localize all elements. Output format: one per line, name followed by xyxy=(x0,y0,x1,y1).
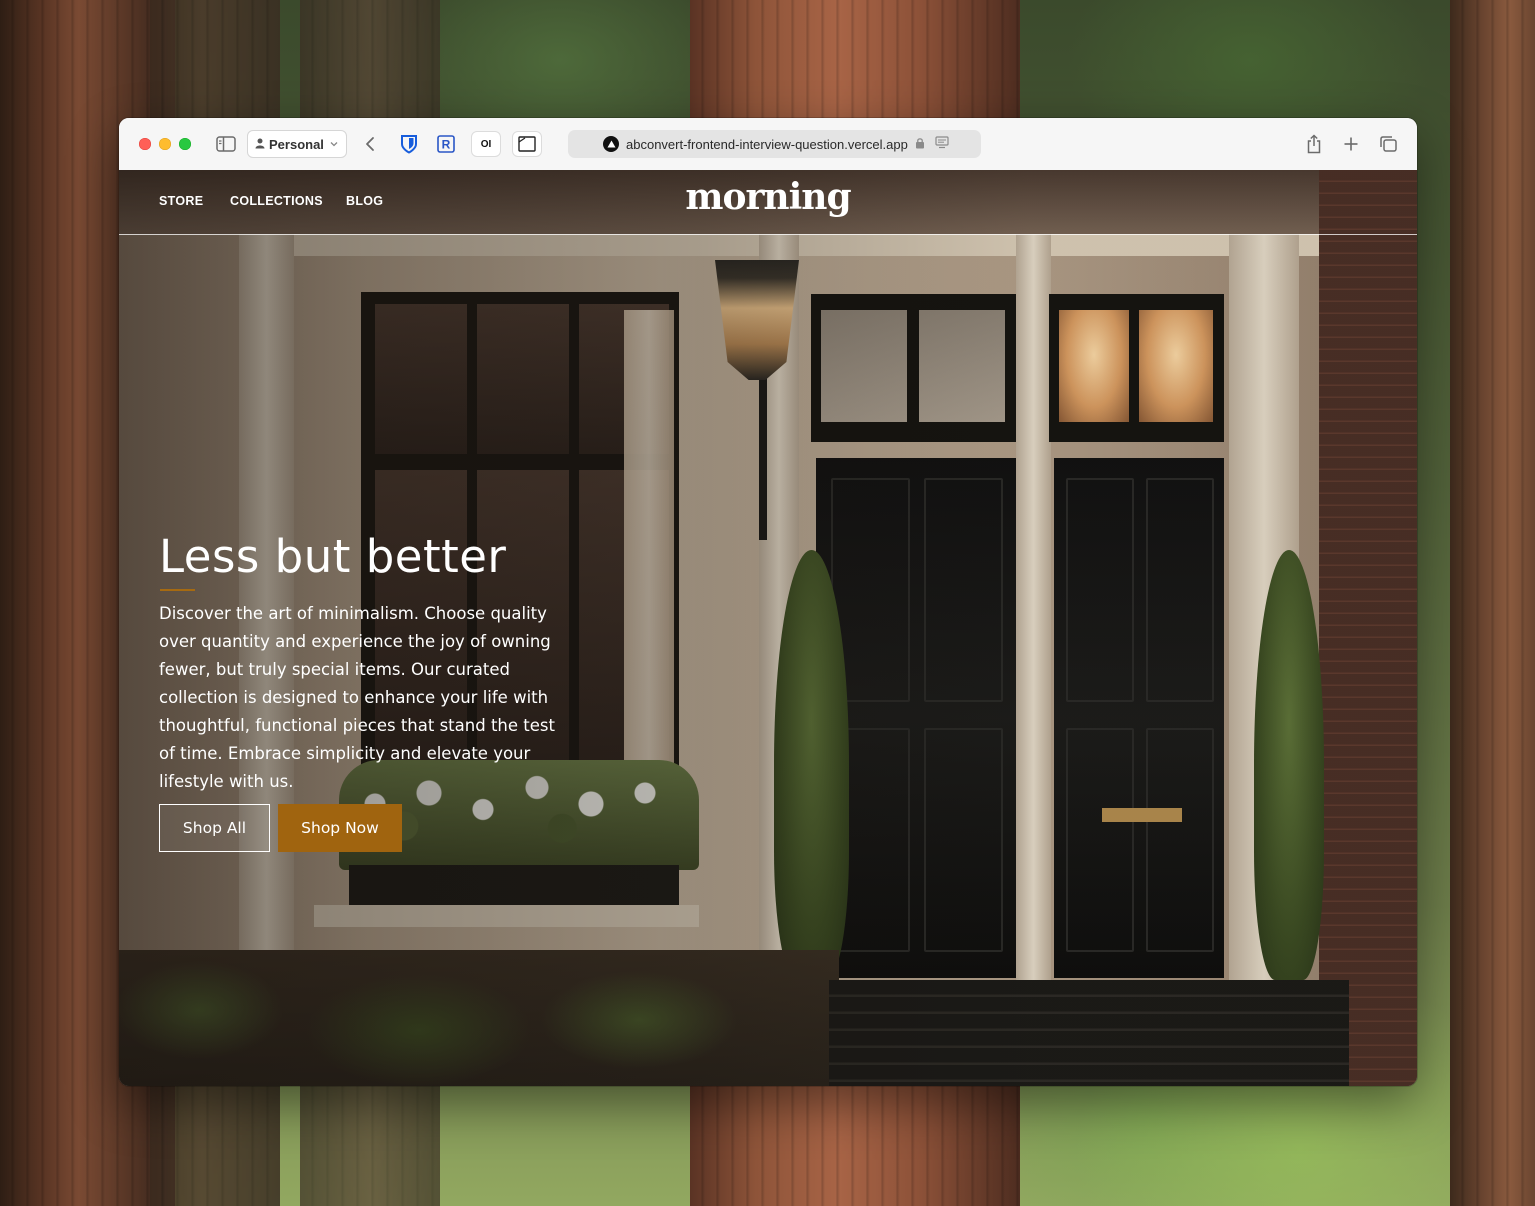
browser-window: Personal R OI abconvert-frontend-intervi… xyxy=(119,118,1417,1086)
shop-all-button[interactable]: Shop All xyxy=(159,804,270,852)
person-icon xyxy=(255,137,265,152)
profile-switcher[interactable]: Personal xyxy=(247,130,347,158)
site-logo[interactable]: morning xyxy=(119,176,1417,218)
web-page: STORE COLLECTIONS BLOG morning Less but … xyxy=(119,170,1417,1086)
new-tab-icon[interactable] xyxy=(1340,132,1362,156)
bitwarden-icon[interactable] xyxy=(396,131,422,157)
hero-description: Discover the art of minimalism. Choose q… xyxy=(159,604,555,791)
oi-icon[interactable]: OI xyxy=(471,131,501,157)
reader-mode-icon[interactable] xyxy=(935,136,949,152)
address-bar[interactable]: abconvert-frontend-interview-question.ve… xyxy=(568,130,981,158)
minimize-window-button[interactable] xyxy=(159,138,171,150)
back-icon[interactable] xyxy=(359,133,381,155)
share-icon[interactable] xyxy=(1303,132,1325,156)
maximize-window-button[interactable] xyxy=(179,138,191,150)
hero-accent-rule xyxy=(160,589,195,591)
hero-title: Less but better xyxy=(159,530,507,583)
browser-toolbar: Personal R OI abconvert-frontend-intervi… xyxy=(119,118,1417,171)
shop-now-button[interactable]: Shop Now xyxy=(278,804,402,852)
reader-extension-icon[interactable] xyxy=(512,131,542,157)
tree-trunk xyxy=(1450,0,1535,1206)
lock-icon xyxy=(915,137,925,152)
chevron-down-icon xyxy=(330,139,338,149)
profile-label: Personal xyxy=(269,136,324,152)
sidebar-toggle-icon[interactable] xyxy=(215,134,237,154)
site-navigation: STORE COLLECTIONS BLOG morning xyxy=(119,170,1417,235)
url-text: abconvert-frontend-interview-question.ve… xyxy=(626,136,908,152)
rakuten-icon[interactable]: R xyxy=(433,131,459,157)
svg-text:R: R xyxy=(442,138,451,152)
close-window-button[interactable] xyxy=(139,138,151,150)
tab-overview-icon[interactable] xyxy=(1377,132,1399,156)
vercel-triangle-icon xyxy=(603,136,619,152)
